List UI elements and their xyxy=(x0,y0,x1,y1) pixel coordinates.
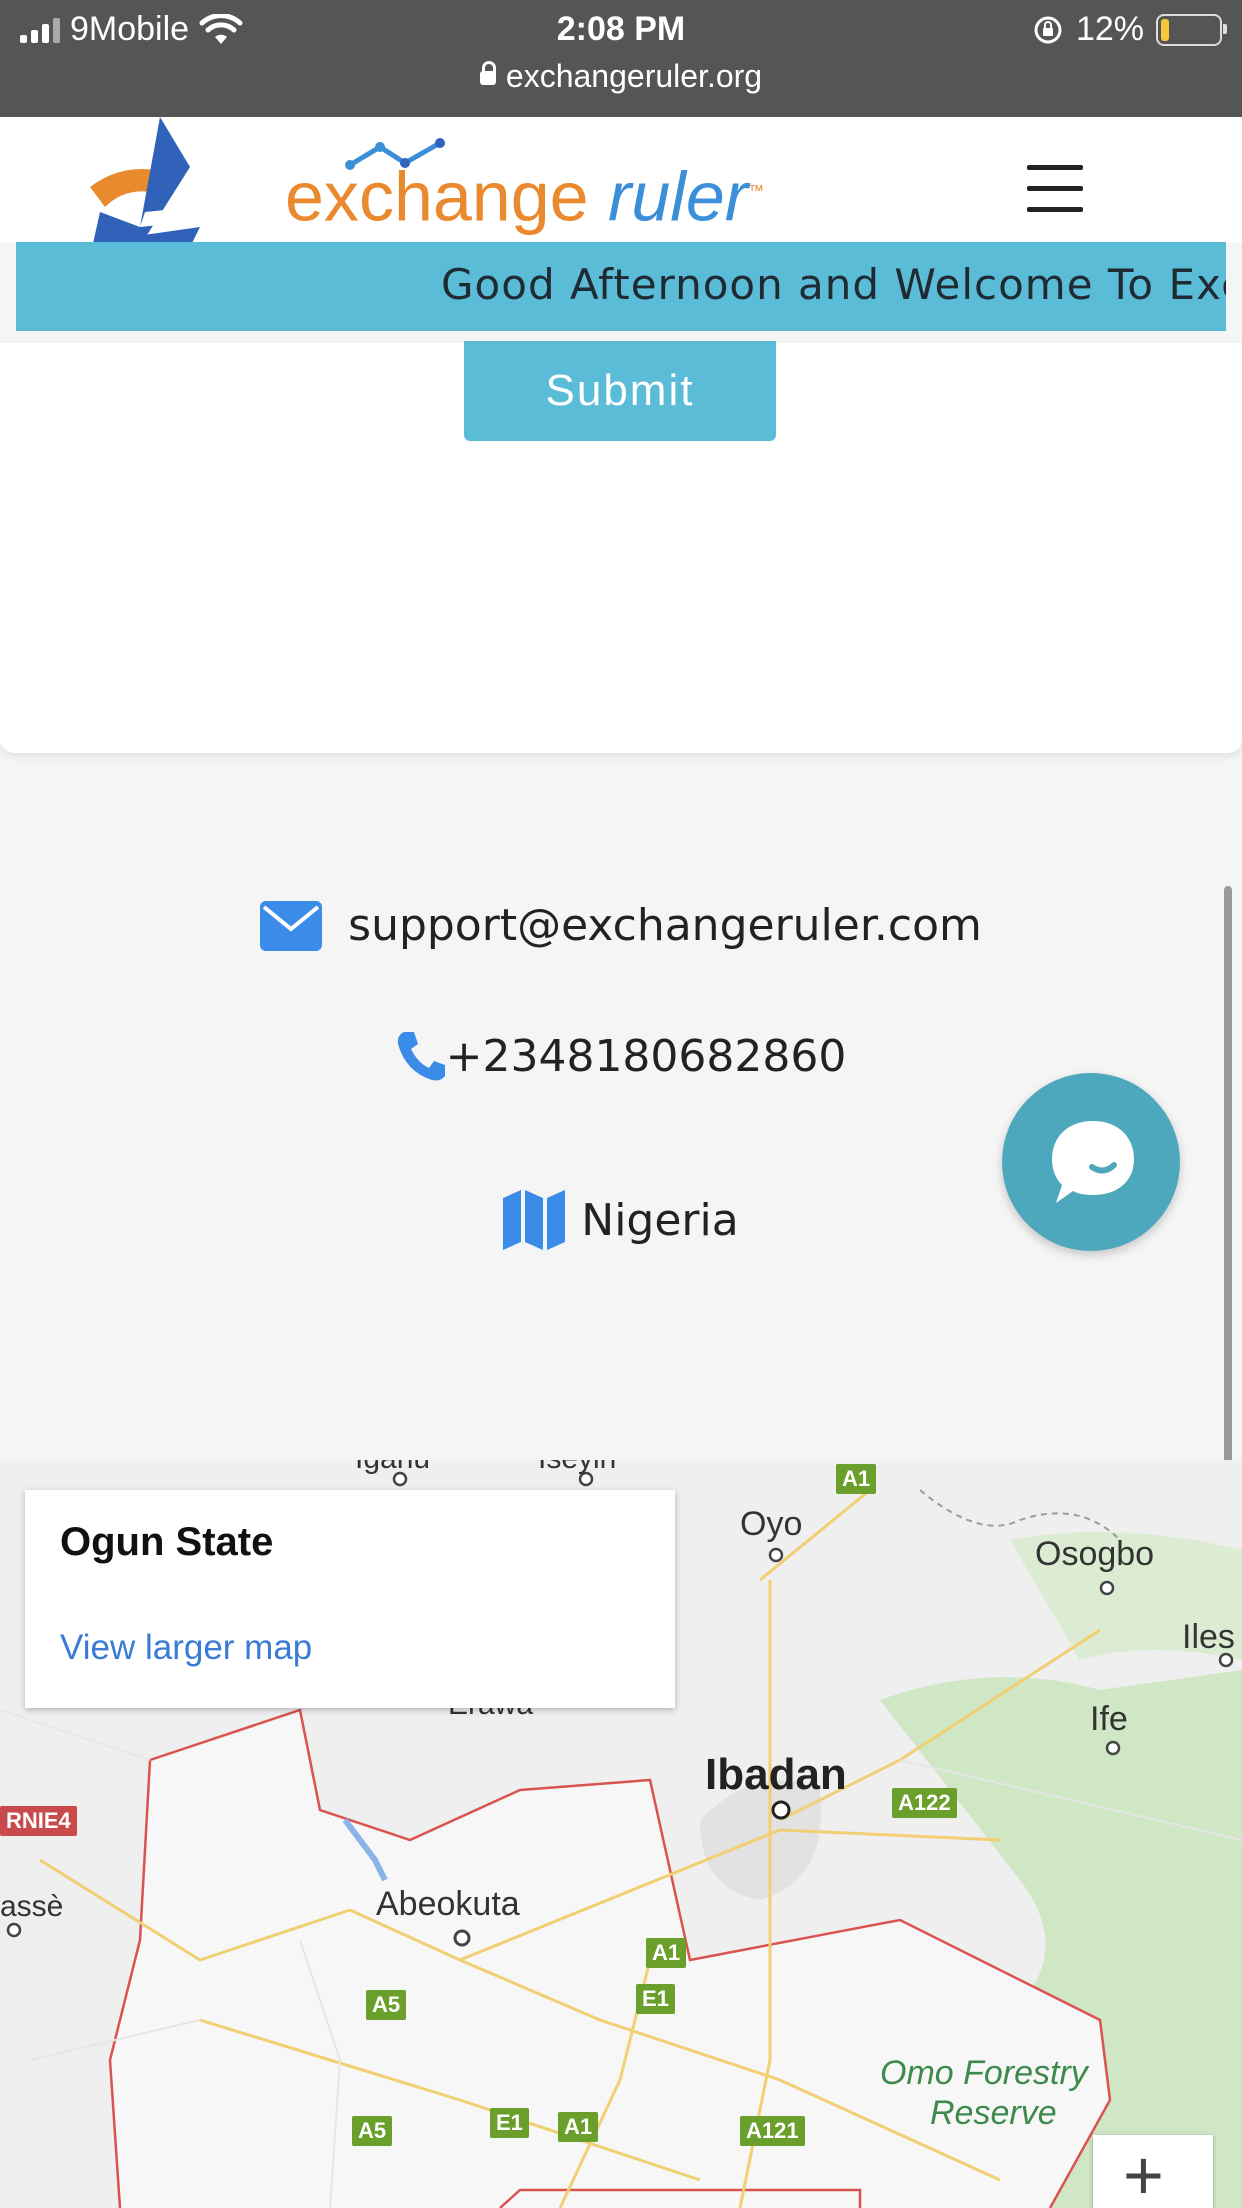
map-info-title: Ogun State xyxy=(60,1520,274,1564)
url-bar[interactable]: exchangeruler.org xyxy=(0,58,1242,95)
road-badge: A5 xyxy=(366,1990,407,2020)
map-place-label: Ibadan xyxy=(705,1750,847,1799)
logo-wordmark: exchange ruler™ xyxy=(285,157,765,236)
road-badge: A1 xyxy=(646,1938,687,1968)
contact-email[interactable]: support@exchangeruler.com xyxy=(348,900,982,951)
road-badge: A122 xyxy=(892,1788,957,1818)
menu-hamburger-icon[interactable] xyxy=(1027,165,1083,213)
contact-location: Nigeria xyxy=(581,1194,739,1246)
welcome-marquee: Good Afternoon and Welcome To Exch xyxy=(16,242,1226,331)
map-place-label: Iseyin xyxy=(538,1460,616,1476)
plus-icon: + xyxy=(1123,2136,1164,2208)
status-bar: 9Mobile 2:08 PM 12% exchangeruler.org xyxy=(0,0,1242,117)
contact-phone[interactable]: +2348180682860 xyxy=(446,1031,847,1082)
road-badge: A5 xyxy=(352,2116,393,2146)
embedded-map[interactable]: Oyo Osogbo Iles Erawa Ife Ibadan Abeokut… xyxy=(0,1460,1242,2208)
road-badge: E1 xyxy=(490,2108,529,2138)
chat-button[interactable] xyxy=(1002,1073,1180,1251)
map-place-label: assè xyxy=(0,1890,64,1923)
battery-percent: 12% xyxy=(1075,10,1144,48)
map-zoom-in-button[interactable]: + xyxy=(1093,2135,1213,2208)
road-badge: E1 xyxy=(636,1984,675,2014)
map-place-label: Reserve xyxy=(930,2094,1057,2132)
contact-email-row[interactable]: support@exchangeruler.com xyxy=(0,900,1242,951)
site-header: exchange ruler™ xyxy=(0,117,1242,262)
envelope-icon xyxy=(260,900,323,951)
map-place-label: Iganu xyxy=(355,1460,430,1476)
road-badge: RNIE4 xyxy=(0,1806,77,1836)
road-badge: A121 xyxy=(740,2116,805,2146)
map-icon xyxy=(503,1190,566,1250)
map-place-label: Iles xyxy=(1182,1618,1235,1656)
orientation-lock-icon xyxy=(1034,16,1062,43)
map-place-label: Omo Forestry xyxy=(880,2054,1088,2092)
map-info-card: Ogun State View larger map xyxy=(25,1490,675,1708)
map-place-label: Ife xyxy=(1090,1700,1128,1738)
map-place-label: Oyo xyxy=(740,1505,803,1543)
page-scrollbar[interactable] xyxy=(1224,886,1232,1556)
contact-form-card: Submit xyxy=(0,341,1242,753)
map-place-label: Abeokuta xyxy=(376,1885,520,1923)
url-text: exchangeruler.org xyxy=(505,58,763,94)
chat-bubble-icon xyxy=(1052,1121,1134,1203)
road-badge: A1 xyxy=(558,2112,599,2142)
contact-phone-row[interactable]: +2348180682860 xyxy=(0,1030,1242,1082)
road-badge: A1 xyxy=(836,1464,877,1494)
battery-icon xyxy=(1156,13,1227,46)
submit-button[interactable]: Submit xyxy=(464,341,776,441)
map-place-label: Osogbo xyxy=(1035,1535,1155,1573)
status-bar-right: 12% xyxy=(1032,10,1227,49)
phone-icon xyxy=(397,1032,445,1081)
view-larger-map-link[interactable]: View larger map xyxy=(60,1628,312,1668)
lock-icon xyxy=(479,61,496,85)
marquee-text: Good Afternoon and Welcome To Exch xyxy=(441,260,1226,309)
